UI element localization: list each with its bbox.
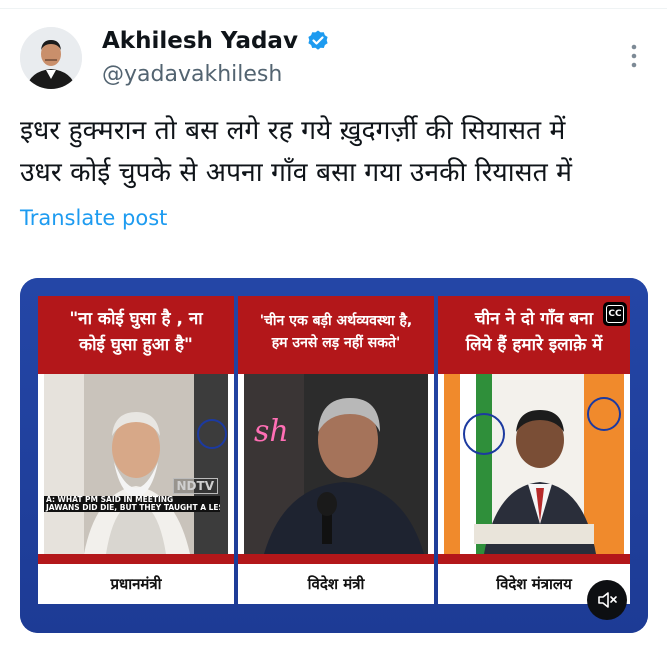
author-name-row: Akhilesh Yadav bbox=[102, 28, 330, 54]
panel-quote: "ना कोई घुसा है , ना कोई घुसा हुआ है" bbox=[69, 309, 203, 355]
neon-sign: sh bbox=[254, 414, 289, 449]
channel-logo: NDTV bbox=[172, 478, 218, 494]
panel-band bbox=[238, 554, 434, 564]
panel-header: "ना कोई घुसा है , ना कोई घुसा हुआ है" bbox=[38, 296, 234, 374]
closed-captions-button[interactable]: CC bbox=[603, 302, 627, 326]
panel-caption: विदेश मंत्री bbox=[238, 564, 434, 604]
video-panel-pm: "ना कोई घुसा है , ना कोई घुसा हुआ है" ND… bbox=[38, 296, 234, 604]
profile-photo bbox=[20, 27, 82, 89]
pm-photo: NDTV A: WHAT PM SAID IN MEETING JAWANS D… bbox=[44, 374, 228, 554]
mute-button[interactable] bbox=[587, 580, 627, 620]
person-photo bbox=[444, 374, 624, 554]
post-text: इधर हुक्मरान तो बस लगे रह गये ख़ुदगर्ज़ी… bbox=[20, 110, 650, 194]
minister-photo: sh bbox=[244, 374, 428, 554]
video-panel-foreign-minister: 'चीन एक बड़ी अर्थव्यवस्था है, हम उनसे लड… bbox=[238, 296, 434, 604]
panel-band bbox=[438, 554, 630, 564]
spokesperson-photo bbox=[444, 374, 624, 554]
author-name[interactable]: Akhilesh Yadav bbox=[102, 28, 298, 54]
author-handle[interactable]: @yadavakhilesh bbox=[102, 62, 282, 87]
post-text-line-1: इधर हुक्मरान तो बस लगे रह गये ख़ुदगर्ज़ी… bbox=[20, 115, 566, 146]
person-photo bbox=[44, 374, 228, 554]
panel-header: 'चीन एक बड़ी अर्थव्यवस्था है, हम उनसे लड… bbox=[238, 296, 434, 374]
translate-post-link[interactable]: Translate post bbox=[20, 206, 167, 230]
panel-quote: चीन ने दो गाँव बना लिये हैं हमारे इलाक़े… bbox=[465, 309, 603, 355]
speaker-muted-icon bbox=[598, 592, 617, 608]
panel-band bbox=[38, 554, 234, 564]
verified-badge-icon bbox=[308, 30, 328, 50]
top-divider bbox=[0, 8, 667, 9]
post-text-line-2: उधर कोई चुपके से अपना गाँव बसा गया उनकी … bbox=[20, 157, 572, 188]
news-ticker: A: WHAT PM SAID IN MEETING JAWANS DID DI… bbox=[44, 496, 220, 512]
panel-quote: 'चीन एक बड़ी अर्थव्यवस्था है, हम उनसे लड… bbox=[259, 313, 413, 351]
panel-caption: प्रधानमंत्री bbox=[38, 564, 234, 604]
vertical-dots-icon[interactable] bbox=[624, 42, 644, 70]
person-photo bbox=[244, 374, 428, 554]
avatar[interactable] bbox=[20, 27, 82, 89]
panel-header: चीन ने दो गाँव बना लिये हैं हमारे इलाक़े… bbox=[438, 296, 630, 374]
video-player[interactable]: "ना कोई घुसा है , ना कोई घुसा हुआ है" ND… bbox=[20, 278, 648, 633]
video-panel-mea: चीन ने दो गाँव बना लिये हैं हमारे इलाक़े… bbox=[438, 296, 630, 604]
